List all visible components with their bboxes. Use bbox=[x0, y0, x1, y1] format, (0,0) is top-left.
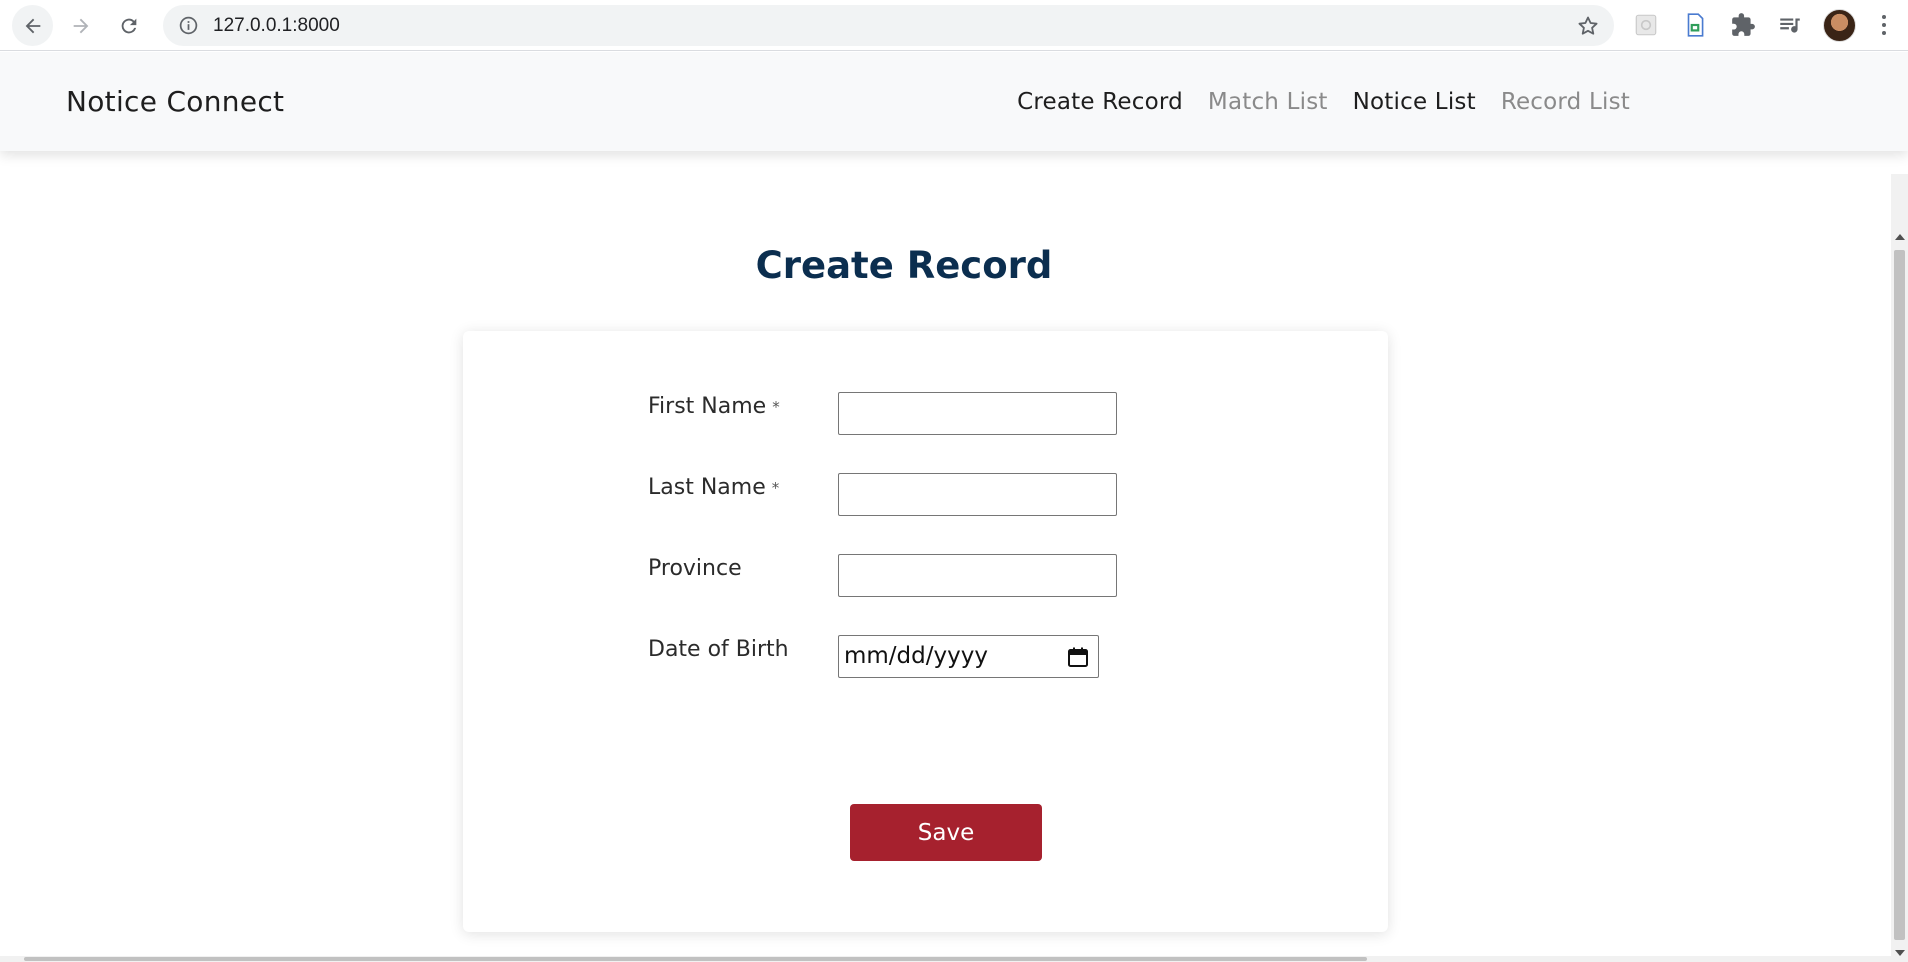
nav-links: Create Record Match List Notice List Rec… bbox=[1017, 52, 1630, 151]
calendar-icon[interactable] bbox=[1066, 645, 1090, 669]
first-name-input[interactable] bbox=[838, 392, 1117, 435]
extensions-puzzle-icon[interactable] bbox=[1729, 11, 1757, 39]
scrollbar-thumb[interactable] bbox=[1894, 250, 1905, 940]
vertical-scrollbar[interactable] bbox=[1891, 174, 1908, 962]
first-name-row: First Name * bbox=[648, 392, 1248, 436]
forward-button[interactable] bbox=[60, 5, 101, 46]
scrollbar-thumb[interactable] bbox=[24, 957, 1367, 961]
star-icon[interactable] bbox=[1576, 14, 1600, 38]
page-title: Create Record bbox=[755, 244, 1053, 287]
profile-avatar[interactable] bbox=[1823, 9, 1856, 42]
last-name-input[interactable] bbox=[838, 473, 1117, 516]
last-name-label: Last Name * bbox=[648, 475, 780, 500]
arrow-right-icon bbox=[73, 18, 88, 33]
info-icon[interactable] bbox=[178, 15, 199, 36]
last-name-row: Last Name * bbox=[648, 473, 1248, 517]
date-of-birth-input[interactable]: mm/dd/yyyy bbox=[838, 635, 1099, 678]
save-button[interactable]: Save bbox=[850, 804, 1042, 861]
scroll-up-icon[interactable] bbox=[1895, 234, 1905, 240]
nav-notice-list[interactable]: Notice List bbox=[1353, 89, 1476, 115]
browser-menu-icon[interactable] bbox=[1872, 12, 1896, 38]
app-navbar: Notice Connect Create Record Match List … bbox=[0, 52, 1908, 151]
nav-record-list[interactable]: Record List bbox=[1501, 89, 1630, 115]
horizontal-scrollbar[interactable] bbox=[0, 956, 1891, 962]
scroll-down-icon[interactable] bbox=[1895, 950, 1905, 956]
page-viewport: Notice Connect Create Record Match List … bbox=[0, 52, 1908, 962]
address-bar[interactable]: 127.0.0.1:8000 bbox=[163, 5, 1614, 46]
back-button[interactable] bbox=[12, 5, 53, 46]
puzzle-icon bbox=[1732, 13, 1755, 36]
date-placeholder: mm/dd/yyyy bbox=[844, 643, 988, 669]
nav-create-record[interactable]: Create Record bbox=[1017, 89, 1183, 115]
required-mark: * bbox=[772, 398, 780, 416]
province-input[interactable] bbox=[838, 554, 1117, 597]
document-icon bbox=[1687, 13, 1704, 37]
reload-icon bbox=[121, 18, 136, 33]
province-label: Province bbox=[648, 556, 742, 581]
brand-link[interactable]: Notice Connect bbox=[66, 52, 284, 151]
nav-match-list[interactable]: Match List bbox=[1208, 89, 1328, 115]
url-text[interactable]: 127.0.0.1:8000 bbox=[213, 5, 340, 46]
extension-sheet-icon[interactable] bbox=[1681, 11, 1709, 39]
date-of-birth-row: Date of Birth mm/dd/yyyy bbox=[648, 635, 1248, 679]
required-mark: * bbox=[771, 479, 780, 497]
date-of-birth-label: Date of Birth bbox=[648, 637, 789, 662]
reload-button[interactable] bbox=[108, 5, 149, 46]
province-row: Province bbox=[648, 554, 1248, 598]
extension-grid-icon[interactable] bbox=[1632, 11, 1660, 39]
arrow-left-icon bbox=[25, 18, 40, 33]
grid-icon bbox=[1635, 14, 1657, 36]
browser-toolbar: 127.0.0.1:8000 bbox=[0, 0, 1908, 51]
create-record-form: First Name * Last Name * Province Date of … bbox=[463, 331, 1388, 932]
playlist-icon bbox=[1780, 18, 1800, 33]
first-name-label: First Name * bbox=[648, 394, 780, 419]
media-queue-icon[interactable] bbox=[1776, 11, 1804, 39]
